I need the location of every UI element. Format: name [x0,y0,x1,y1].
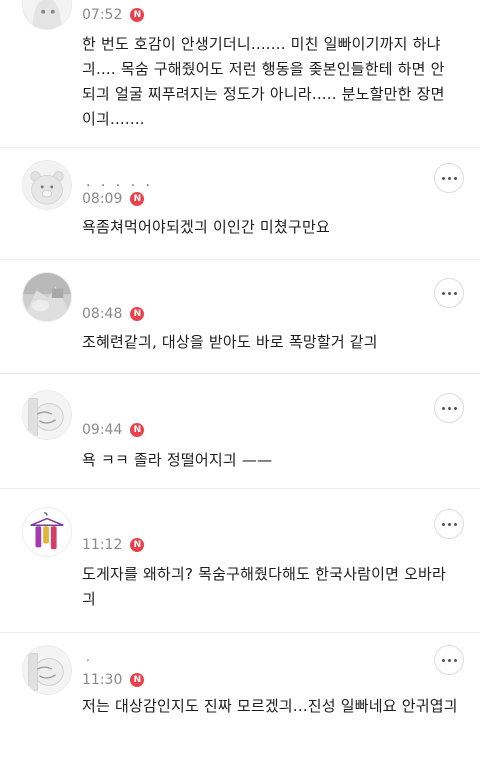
avatar[interactable] [22,0,72,30]
avatar[interactable] [22,272,72,322]
peeking-character-avatar-icon [23,391,71,439]
more-dot [447,176,451,180]
more-options-button[interactable] [434,393,464,423]
more-dot [447,406,451,410]
comment-item: . . . . . 08:09 N 욕좀쳐먹어야되겠긔 이인간 미쳤구만요 [0,148,480,259]
bear-avatar-icon [23,161,71,209]
more-horizontal-icon [441,176,445,180]
more-options-button[interactable] [434,645,464,675]
comment-item: . 11:30 N 저는 대상감인지도 진짜 모르겠긔...진성 일빠네요 안귀… [0,633,480,762]
more-dot [453,291,457,295]
ghost-avatar-icon [23,0,71,29]
more-options-button[interactable] [434,278,464,308]
peeking-character-avatar-icon [23,646,71,694]
comment-text: 욕 ㅋㅋ 졸라 정떨어지긔 —— [82,451,273,469]
comment-nickname[interactable]: . [86,650,93,664]
comment-item: 09:44 N 욕 ㅋㅋ 졸라 정떨어지긔 —— [0,374,480,488]
more-dot [447,522,451,526]
avatar[interactable] [22,507,72,557]
avatar[interactable] [22,645,72,695]
new-badge-icon: N [130,192,145,206]
more-options-button[interactable] [434,509,464,539]
more-dot [447,658,451,662]
comment-time: 09:44 [82,422,123,438]
comment-text: 도게자를 왜하긔? 목숨구해줬다해도 한국사람이면 오바라긔 [82,565,447,608]
comment-meta: 11:12 N [82,536,145,554]
new-badge-icon: N [130,538,145,552]
more-dot [447,291,451,295]
new-badge-icon: N [130,8,145,22]
new-badge-icon: N [130,423,145,437]
photo-avatar-icon [23,273,71,321]
comment-time: 08:48 [82,306,123,322]
comment-item: 07:52 N 한 번도 호감이 안생기더니....... 미친 일빠이기까지 … [0,0,480,147]
hanger-avatar-icon [23,508,71,556]
more-horizontal-icon [441,658,445,662]
new-badge-icon: N [130,307,145,321]
comment-time: 11:30 [82,672,123,688]
comment-meta: 09:44 N [82,421,145,439]
comment-time: 07:52 [82,7,123,23]
comment-nickname[interactable]: . . . . . [86,174,153,190]
more-dot [453,522,457,526]
avatar[interactable] [22,160,72,210]
new-badge-icon: N [130,673,145,687]
comment-text: 욕좀쳐먹어야되겠긔 이인간 미쳤구만요 [82,218,330,236]
comment-text: 조혜련같긔, 대상을 받아도 바로 폭망할거 같긔 [82,333,378,351]
more-options-button[interactable] [434,163,464,193]
comment-text: 저는 대상감인지도 진짜 모르겠긔...진성 일빠네요 안귀엽긔 [82,697,458,715]
more-horizontal-icon [441,406,445,410]
comment-text: 한 번도 호감이 안생기더니....... 미친 일빠이기까지 하냐긔.... … [82,35,445,128]
comment-meta: 08:48 N [82,305,145,323]
avatar[interactable] [22,390,72,440]
more-dot [453,176,457,180]
comment-meta: 07:52 N [82,6,145,24]
more-dot [453,658,457,662]
comment-time: 08:09 [82,191,123,207]
comment-item: 08:48 N 조혜련같긔, 대상을 받아도 바로 폭망할거 같긔 [0,260,480,373]
comment-item: 11:12 N 도게자를 왜하긔? 목숨구해줬다해도 한국사람이면 오바라긔 [0,489,480,632]
comment-meta: 11:30 N [82,671,145,689]
more-horizontal-icon [441,522,445,526]
comment-meta: 08:09 N [82,190,145,208]
comment-time: 11:12 [82,537,123,553]
more-horizontal-icon [441,291,445,295]
more-dot [453,406,457,410]
